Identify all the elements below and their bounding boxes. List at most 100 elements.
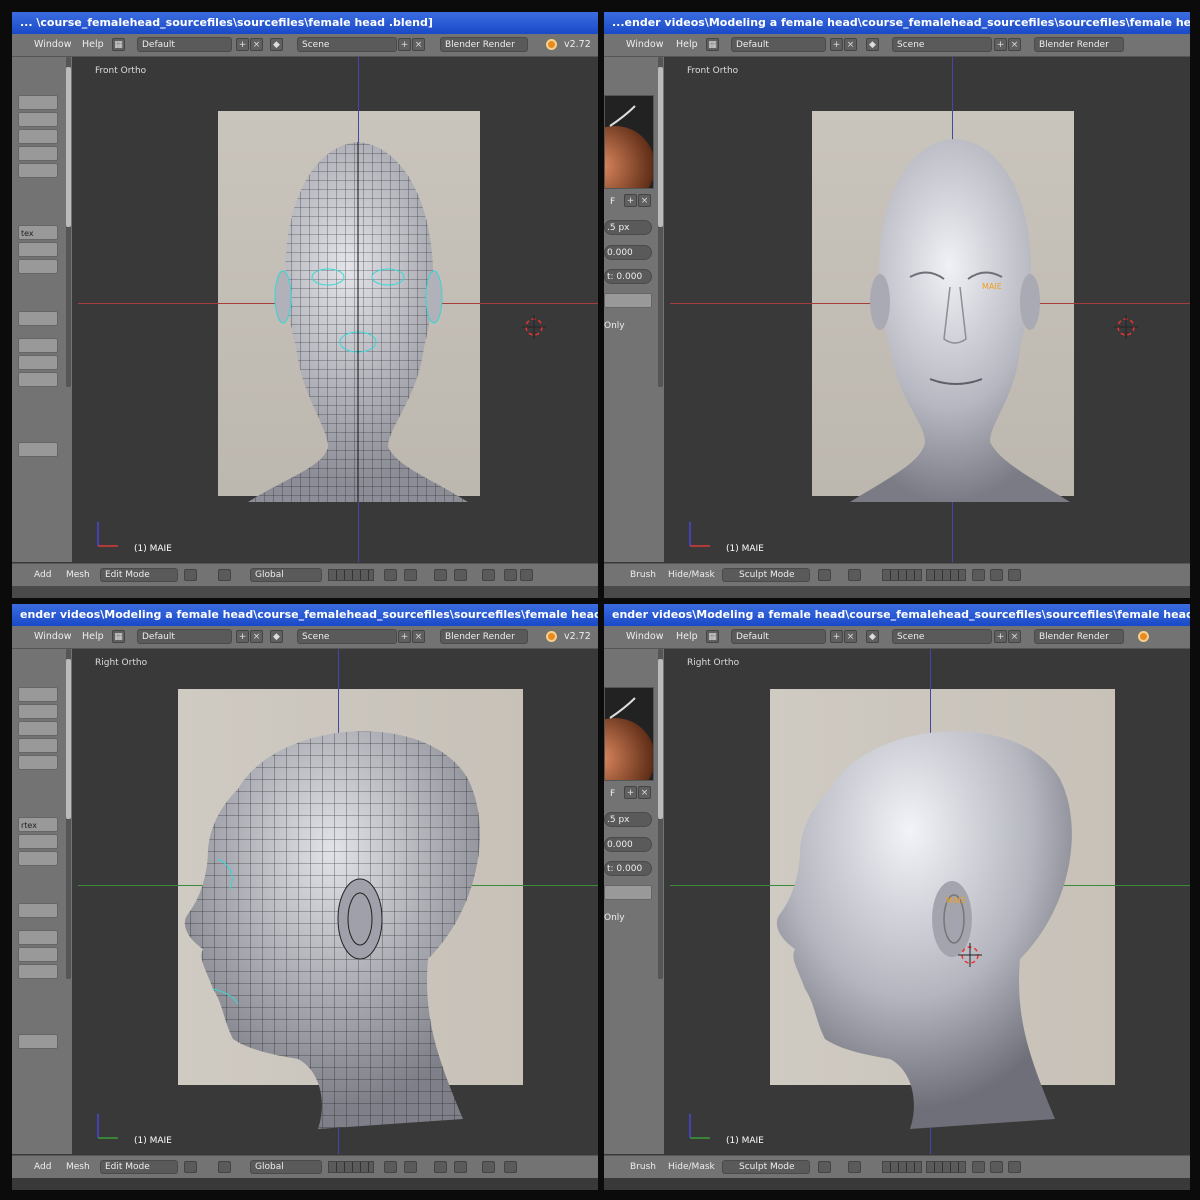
sculpt-head-side[interactable]: MAIE xyxy=(770,719,1130,1139)
tool-button[interactable] xyxy=(18,146,58,161)
render-icon[interactable] xyxy=(482,1161,495,1173)
render-anim-icon[interactable] xyxy=(504,1161,517,1173)
3d-viewport[interactable]: Right Ortho (1) MAIE xyxy=(78,649,598,1154)
layer-buttons-icon[interactable] xyxy=(926,1161,966,1173)
radius-field[interactable]: .5 px xyxy=(604,220,652,235)
scrollbar[interactable] xyxy=(66,649,71,979)
brush-menu[interactable]: Brush xyxy=(630,1162,656,1172)
layout-selector[interactable]: Default xyxy=(137,37,232,52)
add-menu[interactable]: Add xyxy=(34,1162,51,1172)
mesh-menu[interactable]: Mesh xyxy=(66,570,90,580)
close-icon[interactable]: × xyxy=(638,194,651,207)
close-icon[interactable]: × xyxy=(250,630,263,643)
plus-icon[interactable]: + xyxy=(830,630,843,643)
hide-mask-menu[interactable]: Hide/Mask xyxy=(668,1162,715,1172)
tool-button[interactable] xyxy=(18,355,58,370)
scroll-thumb[interactable] xyxy=(658,67,663,227)
sphere-shading-icon[interactable] xyxy=(184,1161,197,1173)
mode-selector[interactable]: Edit Mode xyxy=(100,568,178,582)
mesh-head-side[interactable] xyxy=(178,719,538,1139)
scene-selector[interactable]: Scene xyxy=(892,37,992,52)
pivot-icon[interactable] xyxy=(218,1161,231,1173)
scene-selector[interactable]: Scene xyxy=(892,629,992,644)
plus-icon[interactable]: + xyxy=(994,38,1007,51)
pivot-icon[interactable] xyxy=(218,569,231,581)
tool-button[interactable] xyxy=(18,704,58,719)
tool-button[interactable] xyxy=(18,259,58,274)
snap-icon[interactable] xyxy=(434,569,447,581)
radius-field[interactable]: .5 px xyxy=(604,812,652,827)
mode-selector[interactable]: Edit Mode xyxy=(100,1160,178,1174)
scene-icon[interactable]: ◆ xyxy=(866,38,879,51)
layer-buttons-icon[interactable] xyxy=(882,1161,922,1173)
snap-icon[interactable] xyxy=(434,1161,447,1173)
tool-button[interactable] xyxy=(18,738,58,753)
tool-button[interactable] xyxy=(18,721,58,736)
tool-button[interactable] xyxy=(18,338,58,353)
scroll-thumb[interactable] xyxy=(658,659,663,819)
sculpt-head-front[interactable]: MAIE xyxy=(830,117,1090,537)
plus-icon[interactable]: + xyxy=(994,630,1007,643)
menu-help[interactable]: Help xyxy=(676,39,698,50)
tool-button[interactable] xyxy=(18,687,58,702)
add-menu[interactable]: Add xyxy=(34,570,51,580)
scrollbar[interactable] xyxy=(658,57,663,387)
menu-window[interactable]: Window xyxy=(626,631,663,642)
stroke-dropdown[interactable] xyxy=(604,885,652,900)
tool-button[interactable] xyxy=(18,372,58,387)
tool-button[interactable] xyxy=(18,129,58,144)
menu-window[interactable]: Window xyxy=(626,39,663,50)
orientation-selector[interactable]: Global xyxy=(250,568,322,582)
pivot-icon[interactable] xyxy=(848,1161,861,1173)
scene-selector[interactable]: Scene xyxy=(297,37,397,52)
scene-icon[interactable]: ◆ xyxy=(866,630,879,643)
camera-icon[interactable] xyxy=(1008,1161,1021,1173)
close-icon[interactable]: × xyxy=(412,38,425,51)
menu-help[interactable]: Help xyxy=(82,39,104,50)
scrollbar[interactable] xyxy=(66,57,71,387)
plus-icon[interactable]: + xyxy=(398,38,411,51)
plus-icon[interactable]: + xyxy=(236,38,249,51)
tool-dropdown[interactable] xyxy=(18,1034,58,1049)
sphere-shading-icon[interactable] xyxy=(818,1161,831,1173)
plus-icon[interactable]: + xyxy=(236,630,249,643)
strength-field[interactable]: 0.000 xyxy=(604,245,652,260)
strength-field[interactable]: 0.000 xyxy=(604,837,652,852)
camera-icon[interactable] xyxy=(1008,569,1021,581)
render-anim-icon[interactable] xyxy=(990,569,1003,581)
layout-selector[interactable]: Default xyxy=(137,629,232,644)
3d-viewport[interactable]: MAIE Front Ortho (1) MAIE xyxy=(670,57,1190,562)
tool-button[interactable] xyxy=(18,242,58,257)
tool-button[interactable] xyxy=(18,834,58,849)
close-icon[interactable]: × xyxy=(638,786,651,799)
layout-icon[interactable]: ▦ xyxy=(706,38,719,51)
3d-viewport[interactable]: Front Ortho (1) MAIE xyxy=(78,57,598,562)
menu-help[interactable]: Help xyxy=(82,631,104,642)
orientation-selector[interactable]: Global xyxy=(250,1160,322,1174)
scrollbar[interactable] xyxy=(658,649,663,979)
tool-dropdown[interactable] xyxy=(18,442,58,457)
tool-button[interactable] xyxy=(18,755,58,770)
3d-cursor-icon[interactable] xyxy=(1114,315,1138,339)
render-icon[interactable] xyxy=(972,1161,985,1173)
layout-icon[interactable]: ▦ xyxy=(112,630,125,643)
tool-dropdown[interactable] xyxy=(18,903,58,918)
layer-buttons-icon[interactable] xyxy=(882,569,922,581)
menu-window[interactable]: Window xyxy=(34,631,71,642)
snap-target-icon[interactable] xyxy=(454,569,467,581)
close-icon[interactable]: × xyxy=(844,38,857,51)
select-mode-icons[interactable] xyxy=(328,569,374,581)
layout-icon[interactable]: ▦ xyxy=(112,38,125,51)
scene-selector[interactable]: Scene xyxy=(297,629,397,644)
close-icon[interactable]: × xyxy=(250,38,263,51)
pivot-icon[interactable] xyxy=(848,569,861,581)
brush-menu[interactable]: Brush xyxy=(630,570,656,580)
value-field[interactable]: t: 0.000 xyxy=(604,861,652,876)
3d-viewport[interactable]: MAIE Right Ortho (1) MAIE xyxy=(670,649,1190,1154)
render-icon[interactable] xyxy=(482,569,495,581)
close-icon[interactable]: × xyxy=(1008,630,1021,643)
tool-button[interactable] xyxy=(18,112,58,127)
3d-cursor-icon[interactable] xyxy=(522,315,546,339)
hide-mask-menu[interactable]: Hide/Mask xyxy=(668,570,715,580)
menu-window[interactable]: Window xyxy=(34,39,71,50)
